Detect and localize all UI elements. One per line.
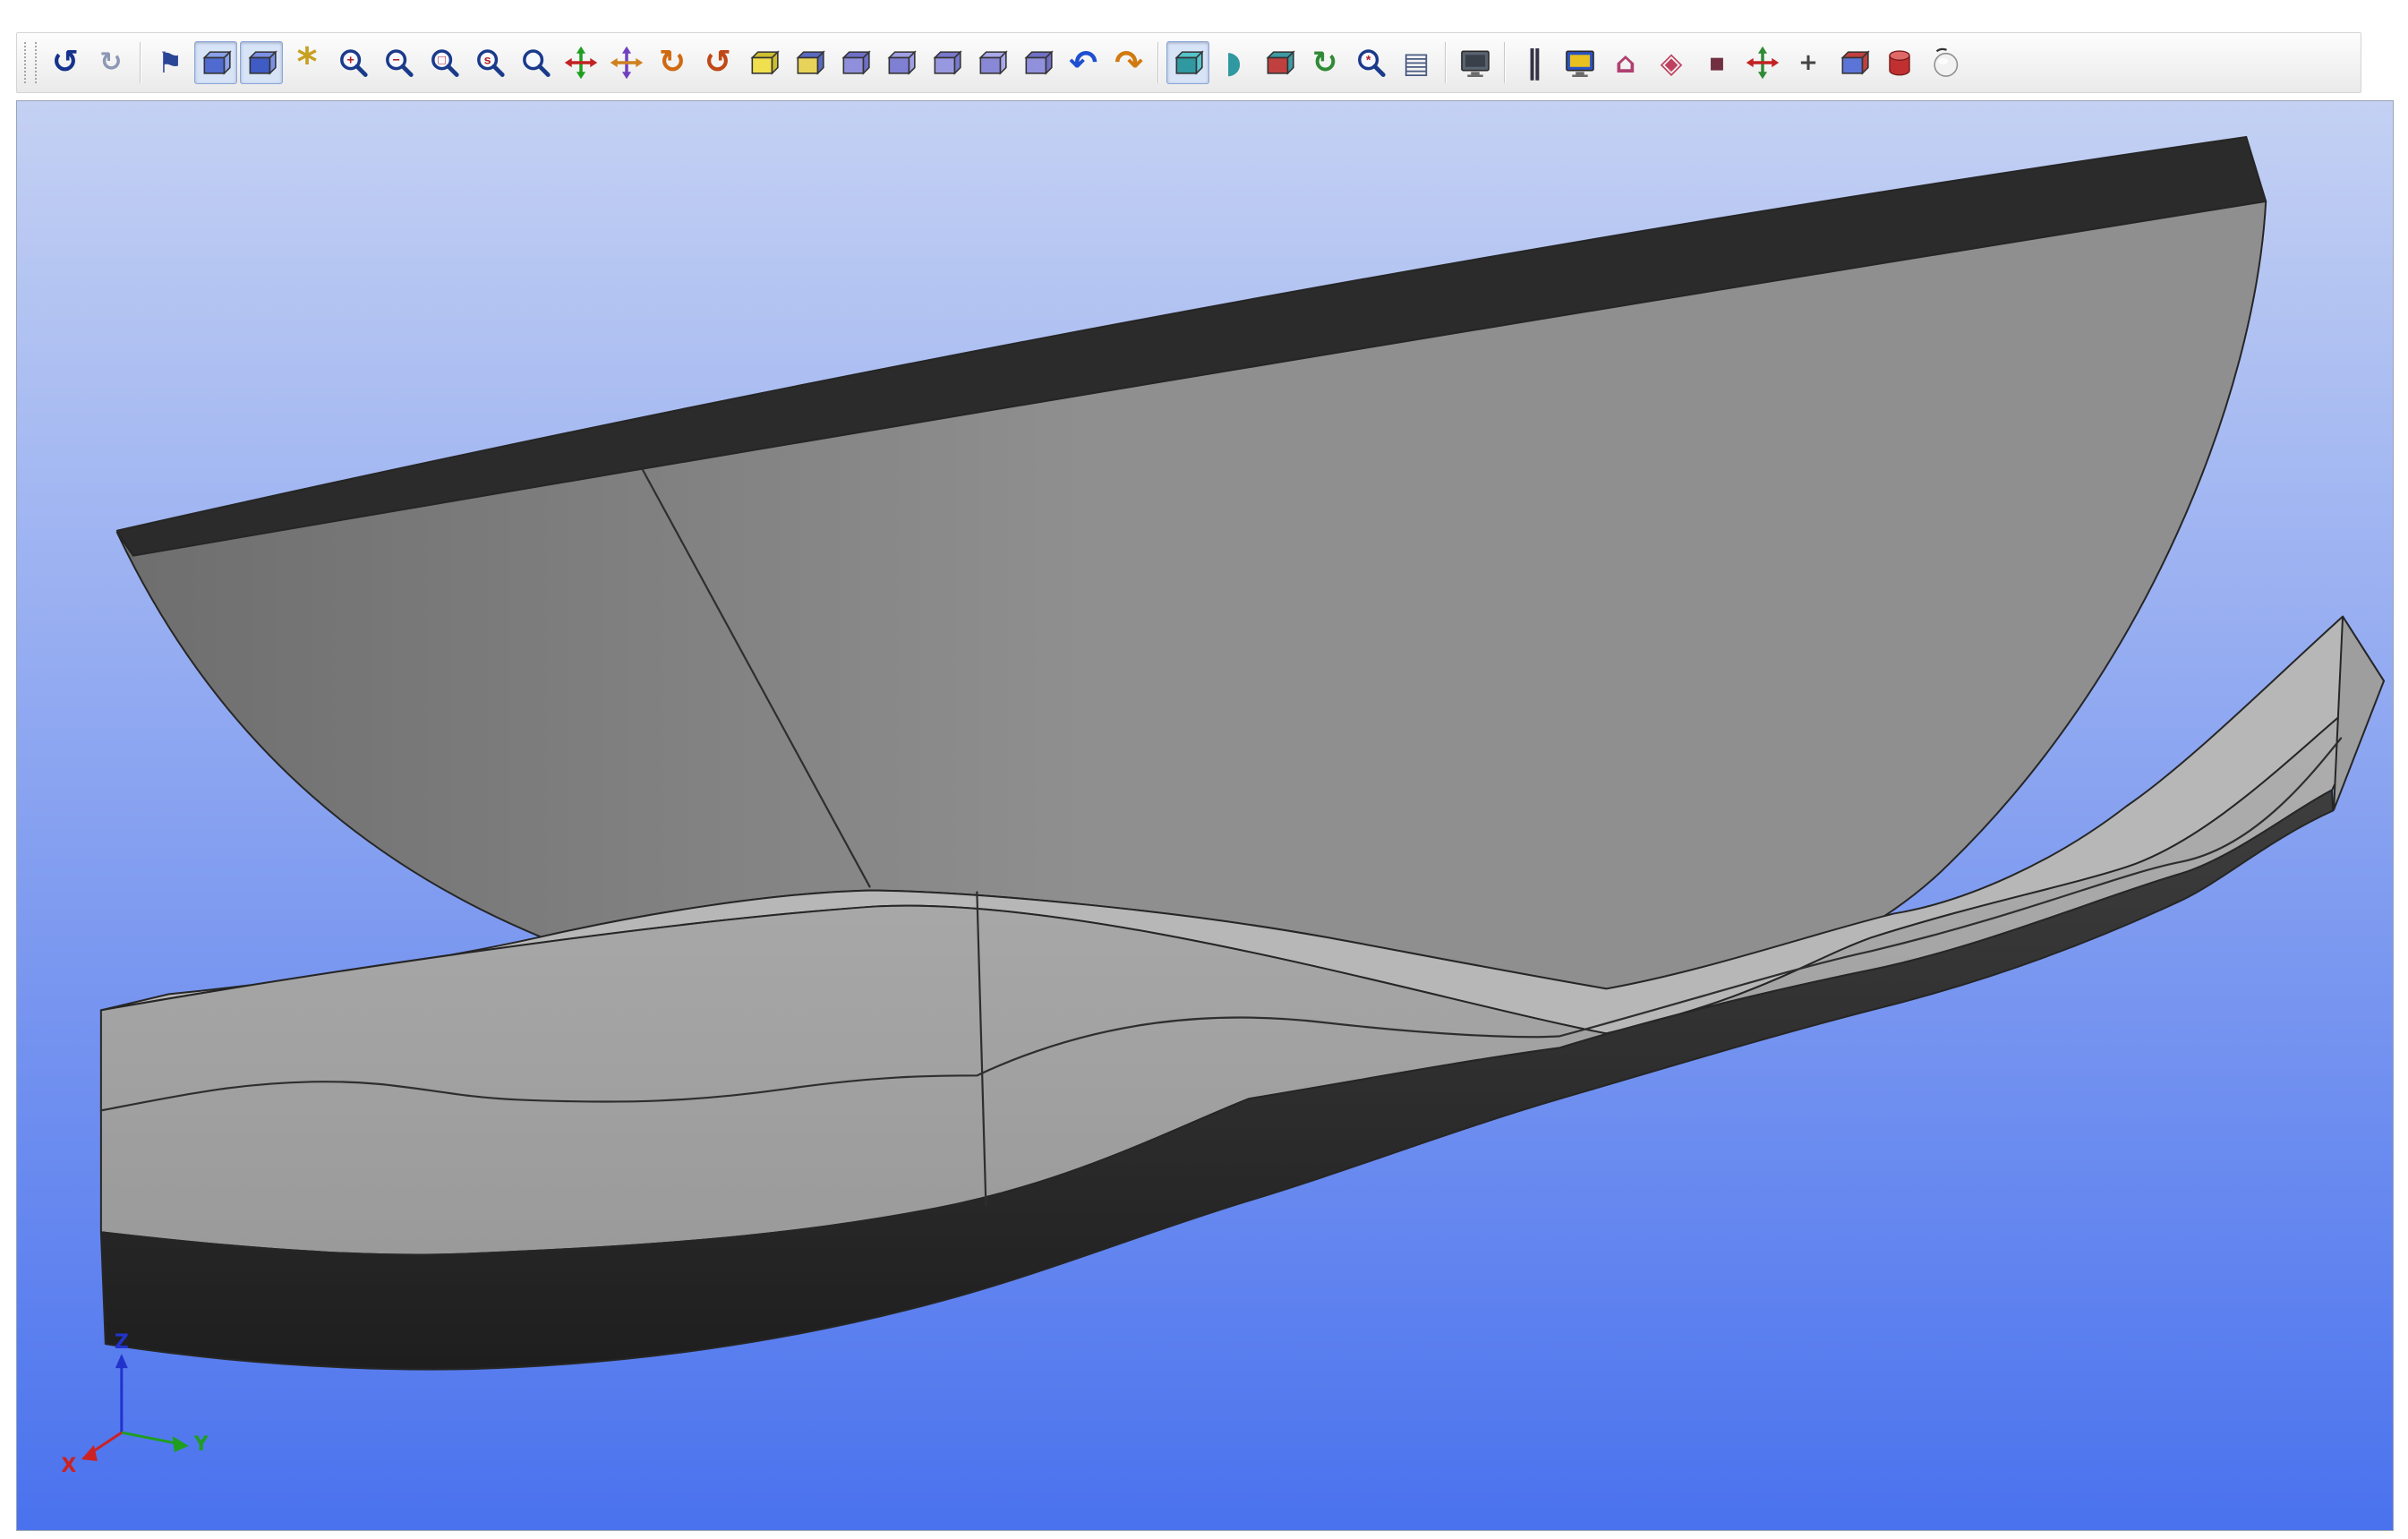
svg-text:*: * [1366,54,1371,68]
snapshot-icon[interactable] [1558,41,1601,84]
view-left-icon[interactable] [833,41,876,84]
rotate-trackball-icon[interactable]: ↻ [651,41,694,84]
view-top-icon[interactable] [925,41,968,84]
toolbar-grip[interactable] [24,42,37,83]
zoom-window-icon[interactable]: □ [423,41,465,84]
viewport[interactable]: Z Y X [16,100,2394,1531]
render-shaded-icon[interactable] [1166,41,1209,84]
toolbar-separator [1157,42,1159,83]
fullscreen-icon[interactable] [1454,41,1497,84]
svg-text:−: − [392,54,399,68]
render-smooth-icon[interactable]: ◗ [1212,41,1255,84]
zoom-dynamic-icon[interactable]: * [1349,41,1392,84]
pointer-flag-icon[interactable]: ⚑ [149,41,192,84]
move-entities-icon[interactable] [605,41,648,84]
view-bottom-icon[interactable] [970,41,1013,84]
view-isometric-icon[interactable] [1016,41,1059,84]
toolbar-separator [140,42,141,83]
rotate-axis-icon[interactable]: ↺ [696,41,739,84]
materials-icon[interactable]: ◈ [1650,41,1693,84]
select-entities-icon[interactable] [194,41,237,84]
rotate-center-icon[interactable]: ↻ [1303,41,1346,84]
reset-view-icon[interactable] [1924,41,1967,84]
clip-plane-icon[interactable] [1258,41,1301,84]
zoom-out-icon[interactable]: − [377,41,420,84]
database-icon[interactable] [1878,41,1921,84]
svg-text:s: s [484,54,491,68]
animation-frames-icon[interactable]: ‖ [1513,41,1556,84]
view-front-icon[interactable] [742,41,785,84]
axes-helper-icon[interactable]: * [286,41,329,84]
orbit-rotate-icon[interactable]: ↺ [44,41,87,84]
zoom-in-icon[interactable]: + [331,41,374,84]
pan-view-icon[interactable] [559,41,602,84]
multi-view-icon[interactable] [1741,41,1784,84]
light-settings-icon[interactable]: ⌂ [1604,41,1647,84]
toolbar-separator [1445,42,1447,83]
z-axis-label: Z [115,1331,129,1354]
copy-image-icon[interactable] [1832,41,1875,84]
redo-icon[interactable]: ↷ [1107,41,1150,84]
redraw-icon[interactable]: ↻ [90,41,132,84]
zoom-fit-icon[interactable] [514,41,557,84]
undo-icon[interactable]: ↶ [1062,41,1105,84]
mini-window-icon[interactable]: ▪ [1695,41,1738,84]
svg-text:+: + [346,54,354,68]
add-window-icon[interactable]: + [1787,41,1830,84]
toolbar: ↺↻⚑*+−□s↻↺↶↷◗↻*▤‖⌂◈▪+ [16,32,2361,93]
view-back-icon[interactable] [788,41,831,84]
view-right-icon[interactable] [879,41,922,84]
y-axis-label: Y [193,1433,209,1456]
select-elements-icon[interactable] [240,41,283,84]
layers-icon[interactable]: ▤ [1395,41,1438,84]
x-axis-label: X [61,1455,76,1477]
toolbar-separator [1504,42,1506,83]
viewport-canvas[interactable]: Z Y X [17,101,2393,1530]
svg-text:□: □ [438,54,446,68]
zoom-selection-icon[interactable]: s [468,41,511,84]
